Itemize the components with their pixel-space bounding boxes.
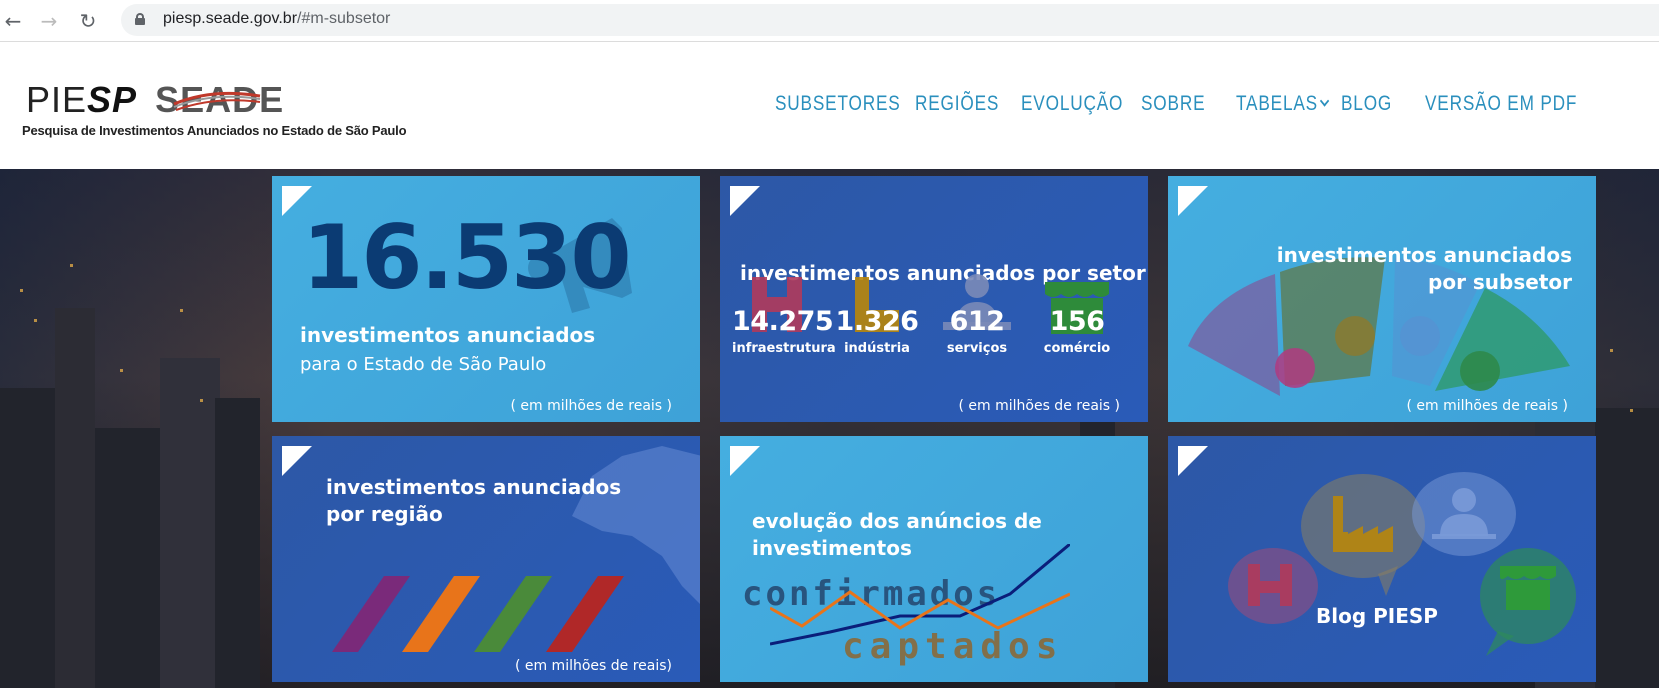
corner-triangle-icon xyxy=(282,446,312,476)
back-icon[interactable]: ← xyxy=(0,8,26,34)
tile-por-setor[interactable]: investimentos anunciados por setor 14.27… xyxy=(720,176,1148,422)
evolution-lines-icon xyxy=(770,544,1070,646)
unit-note: ( em milhões de reais ) xyxy=(958,398,1120,414)
nav-subsetores[interactable]: SUBSETORES xyxy=(775,92,901,116)
nav-evolucao[interactable]: EVOLUÇÃO xyxy=(1021,92,1123,116)
logo-tagline: Pesquisa de Investimentos Anunciados no … xyxy=(22,123,407,138)
corner-triangle-icon xyxy=(730,446,760,476)
sector-comercio: 156 comércio xyxy=(1032,282,1122,356)
tile-title: investimentos anunciados xyxy=(300,323,596,347)
chevron-down-icon xyxy=(1319,95,1330,107)
tile-title: investimentos anunciados por subsetor xyxy=(1276,243,1572,294)
tile-blog[interactable]: Blog PIESP xyxy=(1168,436,1596,682)
unit-note: ( em milhões de reais ) xyxy=(510,398,672,414)
reload-icon[interactable]: ↻ xyxy=(75,8,101,34)
forward-icon[interactable]: → xyxy=(36,8,62,34)
corner-triangle-icon xyxy=(730,186,760,216)
tile-por-regiao[interactable]: investimentos anunciados por região ( em… xyxy=(272,436,700,682)
url-text: piesp.seade.gov.br/#m-subsetor xyxy=(163,10,391,27)
tile-por-subsetor[interactable]: investimentos anunciados por subsetor ( … xyxy=(1168,176,1596,422)
total-value: 16.530 xyxy=(302,206,632,309)
regiao-stripes-icon xyxy=(332,576,624,652)
swoosh-icon xyxy=(173,91,261,111)
corner-triangle-icon xyxy=(1178,186,1208,216)
corner-triangle-icon xyxy=(1178,446,1208,476)
speech-bubbles-icon xyxy=(1228,472,1576,656)
nav-regioes[interactable]: REGIÕES xyxy=(915,92,999,116)
nav-tabelas[interactable]: TABELAS xyxy=(1236,92,1330,116)
sector-infraestrutura: 14.275 infraestrutura xyxy=(732,277,836,356)
tile-evolucao[interactable]: evolução dos anúncios de investimentos c… xyxy=(720,436,1148,682)
sector-industria: 1.326 indústria xyxy=(832,277,922,356)
browser-toolbar: ← → ↻ piesp.seade.gov.br/#m-subsetor xyxy=(0,0,1659,42)
site-header: PIESP SEADE Pesquisa de Investimentos Anu… xyxy=(0,42,1659,169)
address-bar[interactable]: piesp.seade.gov.br/#m-subsetor xyxy=(121,4,1659,36)
unit-note: ( em milhões de reais ) xyxy=(1406,398,1568,414)
sector-servicos: 612 serviços xyxy=(932,274,1022,356)
lock-icon xyxy=(135,13,145,25)
unit-note: ( em milhões de reais) xyxy=(514,658,672,674)
nav-sobre[interactable]: SOBRE xyxy=(1141,92,1205,116)
piesp-seade-logo[interactable]: PIESP SEADE Pesquisa de Investimentos Anu… xyxy=(22,82,407,142)
nav-versao-pdf[interactable]: VERSÃO EM PDF xyxy=(1425,92,1577,116)
nav-blog[interactable]: BLOG xyxy=(1341,92,1392,116)
tile-title: investimentos anunciados por região xyxy=(326,475,622,526)
blog-title: Blog PIESP xyxy=(1316,604,1438,628)
tile-subtitle: para o Estado de São Paulo xyxy=(300,354,547,375)
tile-total-investimentos[interactable]: 16.530 investimentos anunciados para o E… xyxy=(272,176,700,422)
